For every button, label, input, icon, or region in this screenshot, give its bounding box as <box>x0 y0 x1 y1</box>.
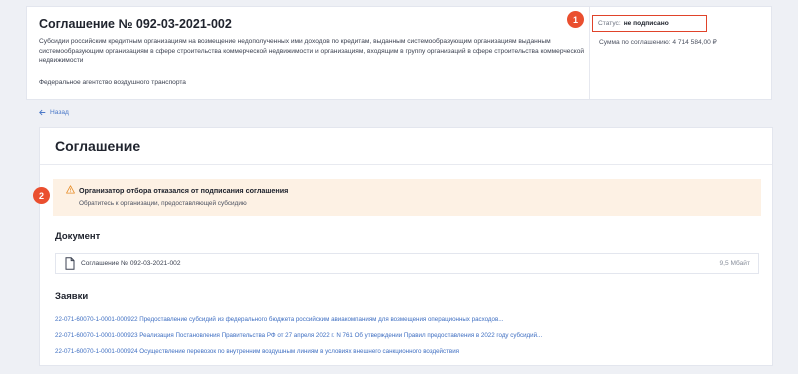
back-link[interactable]: Назад <box>39 109 69 116</box>
warning-alert: Организатор отбора отказался от подписан… <box>53 179 761 216</box>
callout-badge-1: 1 <box>567 11 584 28</box>
application-link[interactable]: 22-071-60070-1-0001-000923 Реализация По… <box>55 328 755 344</box>
page-title: Соглашение <box>55 138 141 154</box>
document-size: 9,5 Мбайт <box>719 260 751 267</box>
alert-subtitle: Обратитесь к организации, предоставляюще… <box>79 200 247 207</box>
agreement-sum: Сумма по соглашению: 4 714 584,00 ₽ <box>599 39 717 46</box>
document-icon <box>65 257 75 270</box>
warning-icon <box>66 185 75 194</box>
arrow-left-icon <box>39 109 46 116</box>
callout-badge-2: 2 <box>33 187 50 204</box>
agreement-summary-card: Соглашение № 092-03-2021-002 Субсидии ро… <box>26 6 772 100</box>
applications-list: 22-071-60070-1-0001-000922 Предоставлени… <box>55 312 755 360</box>
status-box: Статус: не подписано <box>592 15 707 32</box>
agreement-title: Соглашение № 092-03-2021-002 <box>39 17 232 31</box>
header-divider <box>40 164 772 165</box>
agreement-description: Субсидии российским кредитным организаци… <box>39 38 585 65</box>
application-link[interactable]: 22-071-60070-1-0001-000924 Осуществление… <box>55 344 755 360</box>
card-divider <box>589 7 590 99</box>
applications-section-title: Заявки <box>55 291 89 302</box>
status-value: не подписано <box>623 20 669 27</box>
back-link-label: Назад <box>50 109 69 116</box>
agreement-detail-card: Соглашение Организатор отбора отказался … <box>39 127 773 366</box>
application-link[interactable]: 22-071-60070-1-0001-000922 Предоставлени… <box>55 312 755 328</box>
status-label: Статус: <box>598 20 621 27</box>
agreement-organization: Федеральное агентство воздушного транспо… <box>39 79 186 86</box>
document-name: Соглашение № 092-03-2021-002 <box>81 260 181 267</box>
document-section-title: Документ <box>55 231 101 242</box>
document-row[interactable]: Соглашение № 092-03-2021-002 9,5 Мбайт <box>55 253 759 274</box>
alert-title: Организатор отбора отказался от подписан… <box>79 186 289 195</box>
